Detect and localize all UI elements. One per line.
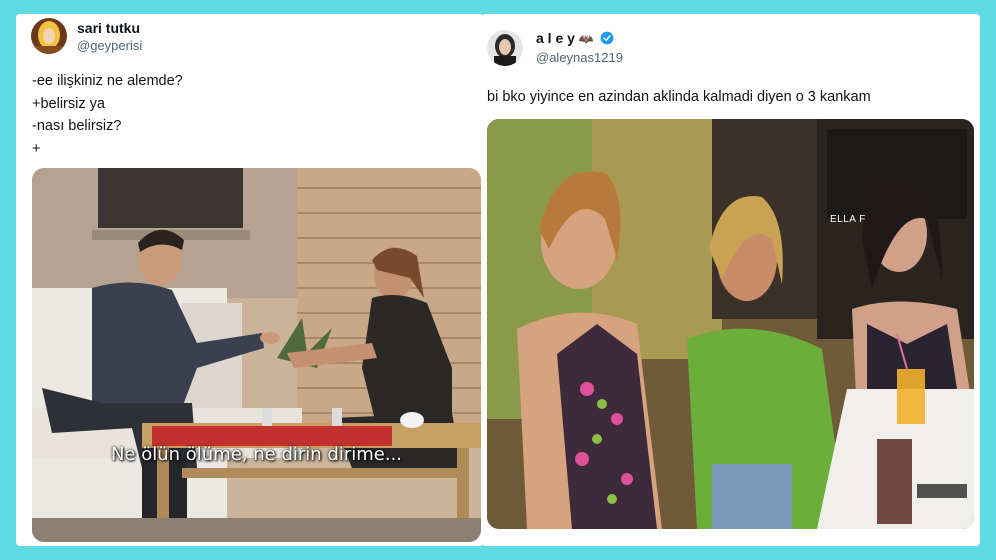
- tv-show-scene-image: [32, 168, 481, 542]
- user-handle[interactable]: @geyperisi: [77, 38, 142, 53]
- display-name[interactable]: sari tutku: [77, 20, 140, 36]
- tweet-text-line-1: -ee ilişkiniz ne alemde?: [32, 73, 183, 89]
- tweet-text-line-2: +belirsiz ya: [32, 96, 105, 112]
- tweet-media-image[interactable]: ELLA F: [487, 119, 974, 529]
- three-women-photo: [487, 119, 974, 529]
- user-avatar[interactable]: [487, 30, 523, 66]
- bat-emoji-icon: 🦇: [578, 32, 594, 46]
- tweet-text: bi bko yiyince en azindan aklinda kalmad…: [487, 89, 871, 105]
- display-name-row: a l e y 🦇: [536, 30, 614, 46]
- tweet-media-image[interactable]: Ne ölün ölüme, ne dirin dirime...: [32, 168, 481, 542]
- display-name[interactable]: a l e y: [536, 30, 575, 46]
- tweet-card-left[interactable]: sari tutku @geyperisi -ee ilişkiniz ne a…: [16, 14, 484, 546]
- user-handle[interactable]: @aleynas1219: [536, 50, 623, 65]
- tweet-card-right[interactable]: a l e y 🦇 @aleynas1219 bi bko yiyince en…: [482, 14, 980, 546]
- tweet-text-line-3: -nası belirsiz?: [32, 118, 122, 134]
- tweet-text-line-4: +: [32, 141, 41, 157]
- verified-badge-icon: [600, 31, 614, 45]
- poster-text: ELLA F: [830, 214, 866, 225]
- user-avatar[interactable]: [31, 18, 67, 54]
- video-subtitle: Ne ölün ölüme, ne dirin dirime...: [110, 444, 403, 465]
